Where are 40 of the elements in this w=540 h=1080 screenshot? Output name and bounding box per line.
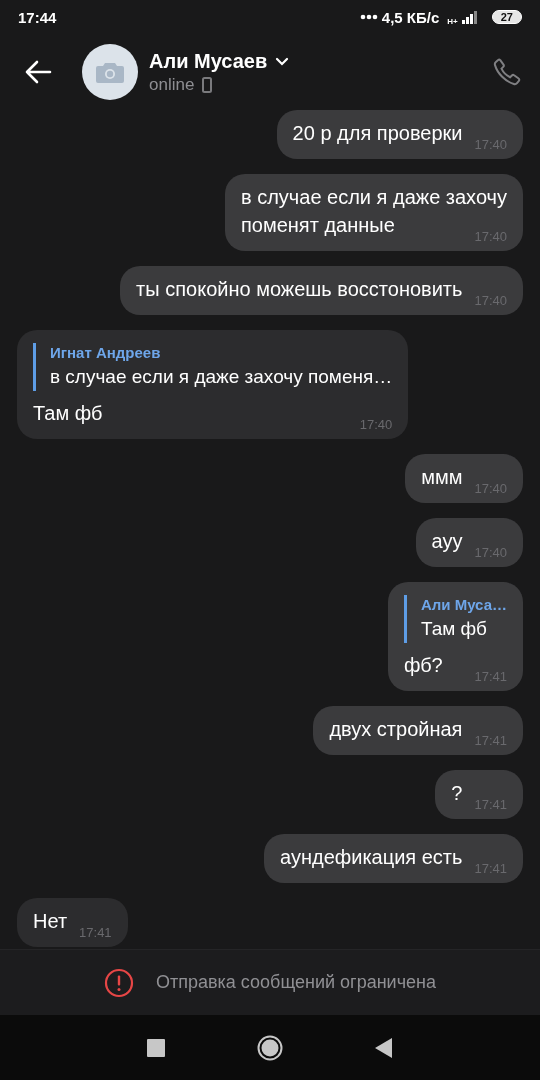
mobile-phone-icon	[202, 76, 213, 93]
contact-name[interactable]: Али Мусаев	[149, 49, 268, 73]
quote-author: Игнат Андреев	[50, 343, 162, 363]
message-text: 20 р для проверки	[292, 122, 463, 144]
message-text: ммм	[421, 466, 463, 488]
message-time: 17:41	[79, 924, 112, 942]
message-text: двух стройная	[329, 718, 463, 740]
message-text: Нет	[33, 910, 68, 932]
back-icon[interactable]	[375, 1037, 393, 1058]
restriction-notice: Отправка сообщений ограничена	[156, 972, 436, 993]
message-text: ?	[451, 782, 463, 804]
quote-text: в случае если я даже захочу поменя…	[50, 365, 393, 389]
message-text: ауу	[431, 530, 463, 552]
back-arrow-icon[interactable]	[24, 60, 52, 84]
chevron-down-icon[interactable]	[275, 56, 290, 66]
recent-apps-icon[interactable]	[147, 1038, 165, 1057]
network-type: H+	[447, 16, 458, 26]
quoted-message[interactable]: Игнат Андреев в случае если я даже захочу поменя…	[33, 343, 393, 391]
warning-icon	[104, 967, 134, 998]
notification-dots-icon	[359, 14, 378, 20]
quote-author: Али Муса…	[420, 595, 507, 615]
phone-call-icon[interactable]	[492, 57, 522, 87]
message-text: аундефикация есть	[280, 846, 463, 868]
online-status: online	[149, 74, 195, 95]
message-time: 17:40	[359, 416, 393, 434]
message-bubble[interactable]: Игнат Андреев в случае если я даже захочу поменя… Там фб 17:40	[17, 330, 409, 439]
battery-indicator: 27	[491, 10, 522, 24]
camera-icon	[96, 61, 124, 83]
network-speed: 4,5 КБ/с	[381, 8, 440, 26]
message-text: Там фб	[33, 402, 103, 424]
message-bubble[interactable]: Нет 17:41	[17, 898, 128, 947]
message-text: фб?	[403, 654, 443, 676]
status-time: 17:44	[18, 8, 57, 26]
avatar[interactable]	[82, 44, 138, 100]
message-text: в случае если я даже захочу поменят данные	[241, 186, 507, 236]
home-icon[interactable]	[257, 1034, 283, 1061]
message-text: ты спокойно можешь восстоновить	[136, 278, 463, 300]
signal-icon	[461, 10, 480, 24]
quoted-message[interactable]: Али Муса… Там фб	[403, 595, 507, 643]
quote-text: Там фб	[420, 617, 488, 641]
